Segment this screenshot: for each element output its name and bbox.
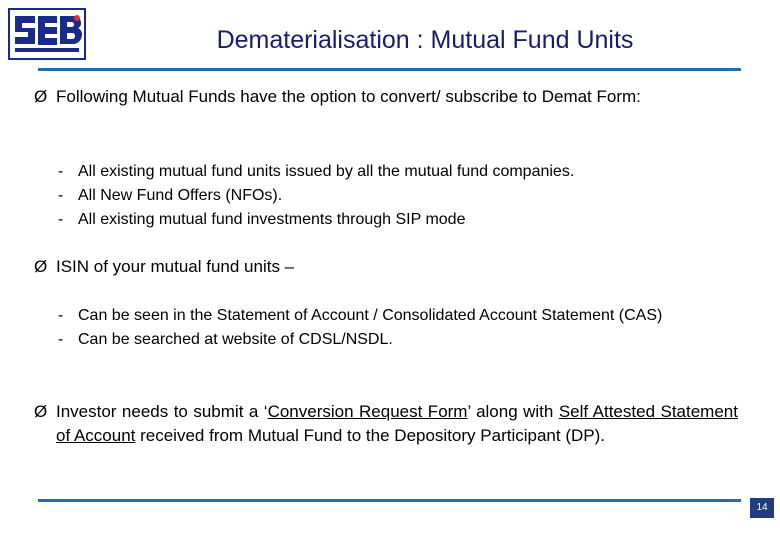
list-item: - Can be searched at website of CDSL/NSD…	[58, 328, 736, 352]
plain-text: ’ along with	[467, 402, 559, 421]
sebi-logo	[8, 8, 86, 60]
list-item-label: Can be seen in the Statement of Account …	[78, 307, 663, 324]
dash-marker-icon: -	[58, 331, 64, 348]
plain-text: received from Mutual Fund to the Deposit…	[135, 426, 605, 445]
emphasized-text: Conversion Request Form	[267, 402, 468, 421]
footer-divider	[38, 499, 741, 502]
bullet-text-3: Investor needs to submit a ‘Conversion R…	[56, 400, 738, 448]
sub-list-1: - All existing mutual fund units issued …	[58, 160, 748, 232]
bullet-marker-icon: Ø	[34, 87, 48, 106]
bullet-item-3: Ø Investor needs to submit a ‘Conversion…	[32, 400, 738, 448]
list-item-label: All existing mutual fund units issued by…	[78, 163, 575, 180]
list-item-label: All New Fund Offers (NFOs).	[78, 187, 283, 204]
list-item-label: Can be searched at website of CDSL/NSDL.	[78, 331, 393, 348]
bullet-item-2: Ø ISIN of your mutual fund units –	[32, 255, 738, 279]
list-item: - All existing mutual fund units issued …	[58, 160, 748, 184]
list-item: - Can be seen in the Statement of Accoun…	[58, 304, 736, 328]
list-item-label: All existing mutual fund investments thr…	[78, 211, 466, 228]
list-item: - All New Fund Offers (NFOs).	[58, 184, 748, 208]
page-title: Dematerialisation : Mutual Fund Units	[216, 26, 634, 54]
bullet-text-2: ISIN of your mutual fund units –	[56, 257, 295, 276]
title-divider	[38, 68, 741, 71]
sub-list-2: - Can be seen in the Statement of Accoun…	[58, 304, 736, 352]
bullet-marker-icon: Ø	[34, 257, 48, 276]
plain-text: Investor needs to submit a ‘	[56, 402, 268, 421]
dash-marker-icon: -	[58, 307, 64, 324]
dash-marker-icon: -	[58, 211, 64, 228]
slide: Dematerialisation : Mutual Fund Units Ø …	[0, 0, 780, 540]
bullet-marker-icon: Ø	[34, 402, 48, 421]
page-number-badge: 14	[750, 498, 774, 518]
dash-marker-icon: -	[58, 187, 64, 204]
list-item: - All existing mutual fund investments t…	[58, 208, 748, 232]
dash-marker-icon: -	[58, 163, 64, 180]
bullet-item-1: Ø Following Mutual Funds have the option…	[32, 85, 738, 109]
bullet-text-1: Following Mutual Funds have the option t…	[56, 87, 641, 106]
